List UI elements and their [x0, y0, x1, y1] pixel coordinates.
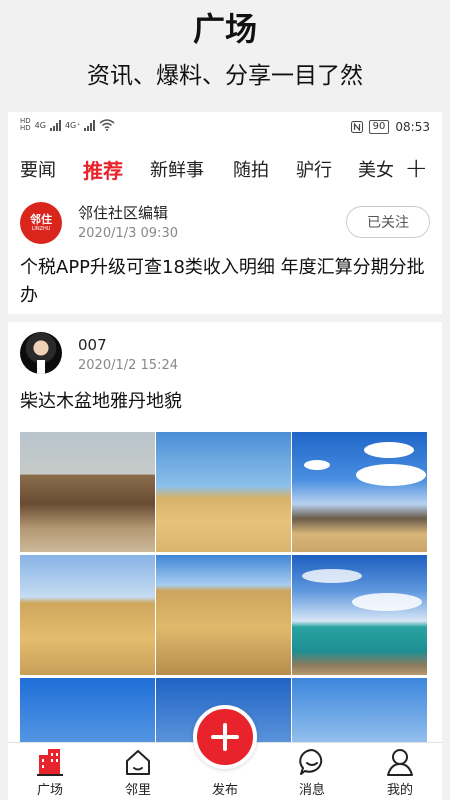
- cloud: [364, 442, 414, 458]
- hd-label: HD: [20, 124, 31, 132]
- post-date: 2020/1/2 15:24: [78, 358, 178, 373]
- tab-news[interactable]: 要闻: [20, 156, 56, 182]
- tab-recommended[interactable]: 推荐: [83, 155, 123, 184]
- post-author[interactable]: 邻住社区编辑: [78, 202, 168, 223]
- photo-thumbnail[interactable]: [20, 432, 155, 552]
- tab-beauty[interactable]: 美女: [358, 156, 394, 182]
- photo-thumbnail[interactable]: [292, 432, 427, 552]
- hd-indicator: HD HD: [20, 118, 31, 132]
- avatar-logo-text: 邻住: [30, 213, 52, 226]
- promo-header: 广场 资讯、爆料、分享一目了然: [0, 0, 450, 112]
- category-tabs: 要闻 推荐 新鲜事 随拍 驴行 美女 +: [8, 142, 442, 194]
- tab-fresh[interactable]: 新鲜事: [150, 156, 204, 182]
- network-type: 4G: [34, 120, 46, 130]
- promo-subtitle: 资讯、爆料、分享一目了然: [87, 63, 363, 89]
- nav-label: 邻里: [124, 783, 151, 798]
- wifi-icon: [99, 119, 115, 131]
- post-card[interactable]: 邻住 LINZHU 邻住社区编辑 2020/1/3 09:30 已关注 个税AP…: [8, 194, 442, 314]
- nav-messages[interactable]: 消息: [282, 747, 342, 798]
- nav-square[interactable]: 广场: [20, 747, 80, 798]
- nav-label-publish[interactable]: 发布: [195, 779, 255, 798]
- battery-icon: 90: [368, 120, 390, 134]
- status-time: 08:53: [395, 120, 430, 134]
- post-author[interactable]: 007: [78, 336, 107, 354]
- nfc-icon: [350, 121, 363, 133]
- nav-neighbors[interactable]: 邻里: [108, 747, 168, 798]
- cloud: [356, 464, 426, 486]
- user-icon: [387, 749, 413, 776]
- nav-label: 广场: [36, 783, 63, 798]
- status-bar-left: HD HD 4G 4G⁺: [20, 118, 115, 132]
- status-bar: HD HD 4G 4G⁺ 90 08:53: [8, 112, 442, 142]
- avatar-logo-subtext: LINZHU: [31, 226, 51, 232]
- message-icon: [299, 749, 323, 775]
- nav-label: 我的: [386, 783, 413, 798]
- avatar[interactable]: 邻住 LINZHU: [20, 202, 62, 244]
- bottom-navigation: 广场 邻里 发布 消息 我的: [8, 705, 442, 800]
- post-title[interactable]: 个税APP升级可查18类收入明细 年度汇算分期分批办: [20, 254, 430, 310]
- photo-thumbnail[interactable]: [156, 555, 291, 675]
- add-tab-icon[interactable]: +: [405, 154, 428, 182]
- tab-travel[interactable]: 驴行: [296, 156, 332, 182]
- photo-thumbnail[interactable]: [20, 555, 155, 675]
- add-icon[interactable]: [193, 705, 257, 769]
- building-icon: [37, 749, 63, 776]
- cloud: [352, 593, 422, 611]
- tab-snapshots[interactable]: 随拍: [233, 156, 269, 182]
- photo-thumbnail[interactable]: [156, 432, 291, 552]
- follow-button[interactable]: 已关注: [346, 206, 430, 238]
- nav-label: 消息: [298, 783, 325, 798]
- promo-title: 广场: [192, 10, 257, 48]
- avatar[interactable]: [20, 332, 62, 374]
- nav-me[interactable]: 我的: [370, 747, 430, 798]
- photo-thumbnail[interactable]: [292, 555, 427, 675]
- post-date: 2020/1/3 09:30: [78, 226, 178, 241]
- signal-icon: [84, 119, 96, 131]
- phone-screen: HD HD 4G 4G⁺ 90 08:53 要闻 推荐 新鲜事 随拍 驴行 美女…: [8, 112, 442, 800]
- network-type: 4G⁺: [64, 120, 81, 130]
- home-icon: [126, 750, 150, 775]
- status-bar-right: 90 08:53: [350, 120, 430, 134]
- cloud: [304, 460, 330, 470]
- cloud: [302, 569, 362, 583]
- signal-icon: [49, 119, 61, 131]
- post-title[interactable]: 柴达木盆地雅丹地貌: [20, 388, 430, 416]
